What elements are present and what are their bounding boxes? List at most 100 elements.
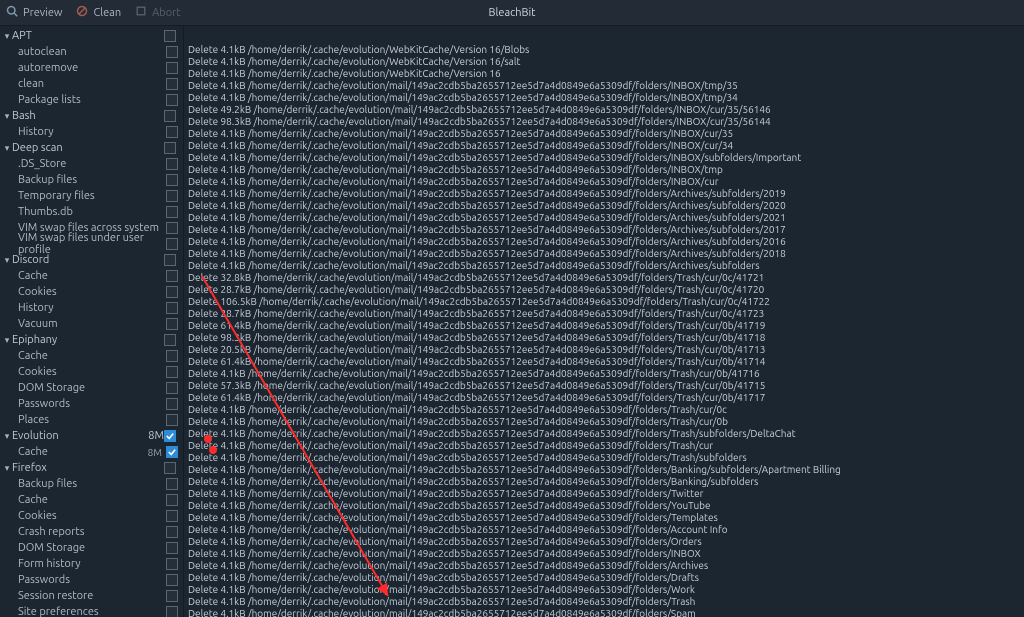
checkbox[interactable]: [164, 254, 176, 266]
sidebar-item[interactable]: Thumbs.db: [0, 204, 183, 220]
sidebar-item-label: History: [18, 302, 166, 314]
log-pane[interactable]: Delete 4.1kB /home/derrik/.cache/evoluti…: [184, 26, 1024, 617]
checkbox[interactable]: [166, 318, 178, 330]
checkbox[interactable]: [166, 414, 178, 426]
sidebar-item[interactable]: Cookies: [0, 284, 183, 300]
checkbox[interactable]: [166, 366, 178, 378]
sidebar-item[interactable]: Cookies: [0, 508, 183, 524]
sidebar-item[interactable]: Cache: [0, 492, 183, 508]
log-line: Delete 4.1kB /home/derrik/.cache/evoluti…: [188, 212, 1024, 224]
clean-button[interactable]: Clean: [76, 5, 121, 20]
checkbox[interactable]: [164, 110, 176, 122]
checkbox[interactable]: [164, 30, 176, 42]
sidebar-group[interactable]: ▾Bash: [0, 108, 183, 124]
checkbox[interactable]: [166, 62, 178, 74]
checkbox[interactable]: [166, 206, 178, 218]
sidebar-item-label: VIM swap files under user profile: [18, 232, 166, 256]
checkbox[interactable]: [166, 590, 178, 602]
checkbox[interactable]: [166, 222, 178, 234]
log-line: Delete 4.1kB /home/derrik/.cache/evoluti…: [188, 584, 1024, 596]
preview-button[interactable]: Preview: [6, 5, 62, 20]
sidebar-item[interactable]: .DS_Store: [0, 156, 183, 172]
sidebar-item[interactable]: DOM Storage: [0, 540, 183, 556]
sidebar-item[interactable]: Crash reports: [0, 524, 183, 540]
sidebar-item[interactable]: Backup files: [0, 476, 183, 492]
checkbox[interactable]: [166, 446, 178, 458]
sidebar[interactable]: ▾APTautocleanautoremovecleanPackage list…: [0, 26, 184, 617]
sidebar-item[interactable]: Form history: [0, 556, 183, 572]
sidebar-group[interactable]: ▾Discord: [0, 252, 183, 268]
sidebar-group-label: Bash: [12, 110, 164, 122]
checkbox[interactable]: [166, 174, 178, 186]
checkbox[interactable]: [166, 526, 178, 538]
checkbox[interactable]: [166, 398, 178, 410]
log-line: Delete 4.1kB /home/derrik/.cache/evoluti…: [188, 200, 1024, 212]
checkbox[interactable]: [166, 478, 178, 490]
checkbox[interactable]: [166, 542, 178, 554]
sidebar-group-label: Epiphany: [12, 334, 164, 346]
log-line: Delete 4.1kB /home/derrik/.cache/evoluti…: [188, 260, 1024, 272]
sidebar-group[interactable]: ▾Epiphany: [0, 332, 183, 348]
checkbox[interactable]: [166, 126, 178, 138]
sidebar-item[interactable]: Temporary files: [0, 188, 183, 204]
chevron-down-icon: ▾: [2, 431, 12, 442]
sidebar-item[interactable]: Places: [0, 412, 183, 428]
sidebar-item[interactable]: Package lists: [0, 92, 183, 108]
sidebar-item[interactable]: VIM swap files under user profile: [0, 236, 183, 252]
checkbox[interactable]: [166, 270, 178, 282]
log-line: Delete 4.1kB /home/derrik/.cache/evoluti…: [188, 92, 1024, 104]
checkbox[interactable]: [166, 94, 178, 106]
checkbox[interactable]: [166, 574, 178, 586]
sidebar-item[interactable]: Cache8M: [0, 444, 183, 460]
checkbox[interactable]: [166, 190, 178, 202]
sidebar-group[interactable]: ▾Firefox: [0, 460, 183, 476]
checkbox[interactable]: [166, 382, 178, 394]
sidebar-item[interactable]: Site preferences: [0, 604, 183, 617]
checkbox[interactable]: [166, 286, 178, 298]
sidebar-group[interactable]: ▾Deep scan: [0, 140, 183, 156]
checkbox[interactable]: [164, 462, 176, 474]
sidebar-item-label: DOM Storage: [18, 382, 166, 394]
sidebar-item[interactable]: Vacuum: [0, 316, 183, 332]
sidebar-item-label: Cookies: [18, 366, 166, 378]
checkbox[interactable]: [166, 46, 178, 58]
sidebar-item[interactable]: Passwords: [0, 396, 183, 412]
log-line: Delete 61.4kB /home/derrik/.cache/evolut…: [188, 356, 1024, 368]
sidebar-item-label: Form history: [18, 558, 166, 570]
sidebar-group[interactable]: ▾Evolution8M: [0, 428, 183, 444]
checkbox[interactable]: [164, 334, 176, 346]
checkbox[interactable]: [166, 238, 178, 250]
checkbox[interactable]: [166, 558, 178, 570]
sidebar-item-label: Site preferences: [18, 606, 166, 617]
sidebar-item[interactable]: autoclean: [0, 44, 183, 60]
sidebar-item[interactable]: autoremove: [0, 60, 183, 76]
sidebar-item[interactable]: DOM Storage: [0, 380, 183, 396]
sidebar-item[interactable]: Cookies: [0, 364, 183, 380]
sidebar-item[interactable]: Session restore: [0, 588, 183, 604]
checkbox[interactable]: [164, 142, 176, 154]
abort-button[interactable]: Abort: [135, 5, 181, 20]
sidebar-item[interactable]: Cache: [0, 268, 183, 284]
sidebar-item[interactable]: Passwords: [0, 572, 183, 588]
sidebar-item[interactable]: Backup files: [0, 172, 183, 188]
checkbox[interactable]: [166, 302, 178, 314]
checkbox[interactable]: [166, 350, 178, 362]
sidebar-item[interactable]: History: [0, 124, 183, 140]
checkbox[interactable]: [166, 494, 178, 506]
checkbox[interactable]: [166, 158, 178, 170]
sidebar-size: 8M: [148, 430, 164, 442]
log-line: Delete 4.1kB /home/derrik/.cache/evoluti…: [188, 452, 1024, 464]
checkbox[interactable]: [166, 606, 178, 617]
sidebar-item[interactable]: clean: [0, 76, 183, 92]
sidebar-item-label: Crash reports: [18, 526, 166, 538]
sidebar-item[interactable]: History: [0, 300, 183, 316]
checkbox[interactable]: [166, 510, 178, 522]
sidebar-item-label: Cache: [18, 350, 166, 362]
checkbox[interactable]: [166, 78, 178, 90]
log-line: Delete 4.1kB /home/derrik/.cache/evoluti…: [188, 80, 1024, 92]
checkbox[interactable]: [164, 430, 176, 442]
sidebar-item[interactable]: Cache: [0, 348, 183, 364]
log-line: Delete 4.1kB /home/derrik/.cache/evoluti…: [188, 608, 1024, 617]
log-line: Delete 28.7kB /home/derrik/.cache/evolut…: [188, 308, 1024, 320]
sidebar-group[interactable]: ▾APT: [0, 28, 183, 44]
